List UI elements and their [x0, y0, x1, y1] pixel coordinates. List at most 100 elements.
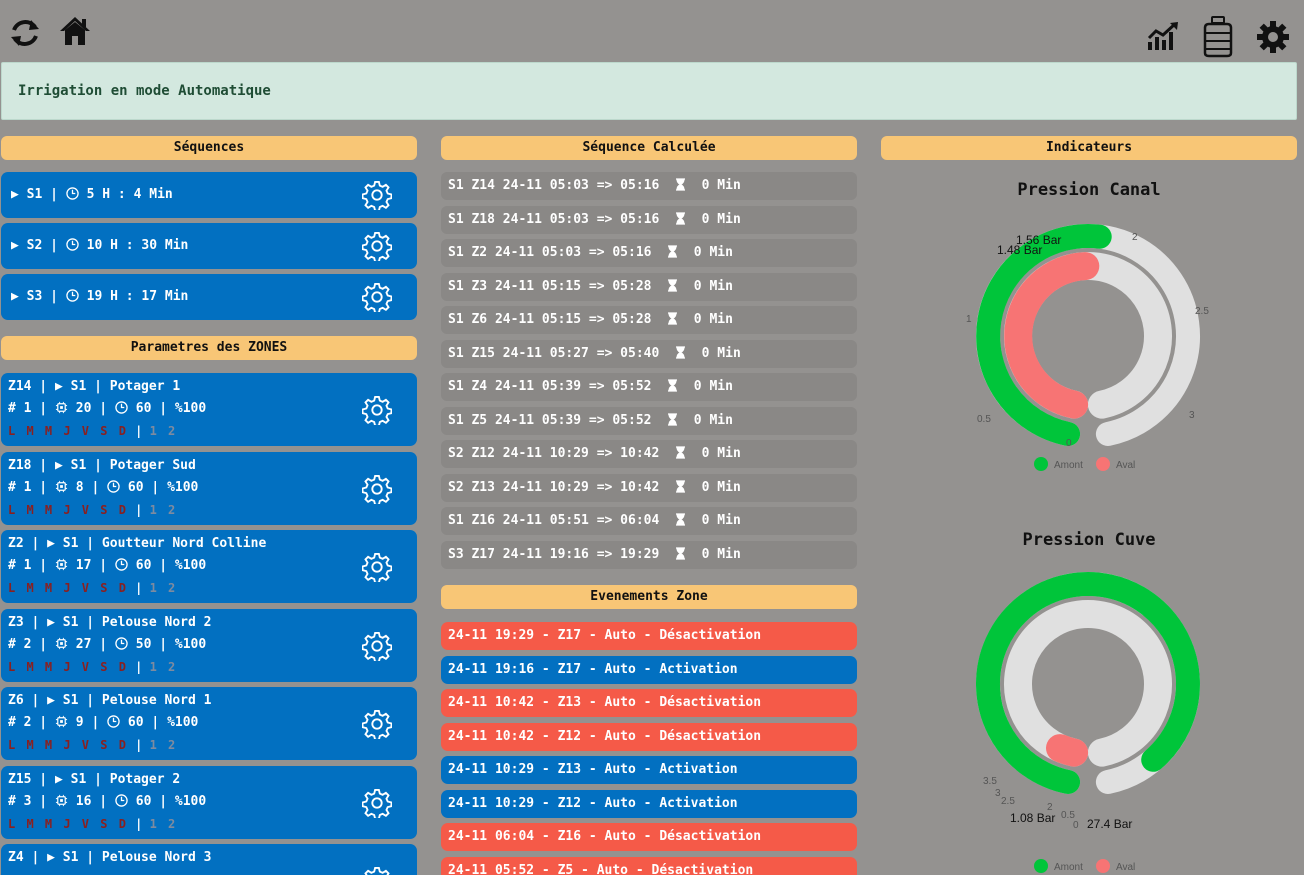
calc-item: S1 Z15 24-11 05:27 => 05:40 0 Min [441, 339, 857, 368]
gauge-tick-label: 2 [1047, 802, 1053, 813]
events-header: Evenements Zone [441, 585, 857, 609]
calc-header: Séquence Calculée [441, 136, 857, 160]
sequence-item[interactable]: ▶ S2 | 10 H : 30 Min [1, 223, 417, 269]
clock-icon [115, 558, 128, 571]
zone-params: # 2 | 27 | 50 | %100 [8, 636, 207, 652]
tank-icon[interactable] [1203, 16, 1233, 58]
chip-icon [55, 715, 68, 728]
legend-label: Aval [1116, 460, 1135, 471]
legend-label: Amont [1054, 862, 1083, 873]
legend-swatch [1034, 457, 1048, 471]
clock-icon [66, 238, 79, 251]
zone-schedule: L M M J V S D | 1 2 [8, 659, 178, 674]
zone-title: Z4 | ▶ S1 | Pelouse Nord 3 [8, 850, 212, 865]
gauge-tick-label: 0.5 [977, 414, 991, 425]
calc-item: S1 Z4 24-11 05:39 => 05:52 0 Min [441, 373, 857, 401]
gauge2-title: Pression Cuve [1022, 530, 1156, 550]
zone-settings-gear-icon[interactable] [362, 474, 392, 504]
calc-item: S1 Z6 24-11 05:15 => 05:28 0 Min [441, 306, 857, 334]
calc-item-text: S2 Z12 24-11 10:29 => 10:42 0 Min [448, 446, 741, 461]
hourglass-icon [668, 312, 678, 325]
hourglass-icon [668, 278, 678, 292]
gauge-aval-value: 1.08 Bar [1010, 811, 1055, 825]
zone-settings-gear-icon[interactable] [362, 552, 392, 582]
zone-settings-gear-icon[interactable] [362, 180, 392, 210]
zone-params: # 1 | 8 | 60 | %100 [8, 479, 199, 495]
legend-label: Aval [1116, 862, 1135, 873]
mode-banner-text: Irrigation en mode Automatique [18, 83, 271, 99]
clock-icon [115, 401, 128, 414]
indicators-header: Indicateurs [881, 136, 1297, 160]
calc-item: S1 Z2 24-11 05:03 => 05:16 0 Min [441, 239, 857, 267]
event-item-text: 24-11 10:29 - Z13 - Auto - Activation [448, 762, 738, 777]
sequence-label: ▶ S2 | 10 H : 30 Min [11, 238, 189, 253]
pression-canal-gauge: 1.56 Bar1.48 Bar00.5122.53Amont Aval [966, 224, 1209, 471]
left-column: Séquences ▶ S1 | 5 H : 4 Min ▶ S2 | 10 H … [1, 136, 417, 875]
sequence-label: ▶ S1 | 5 H : 4 Min [11, 187, 173, 202]
event-item: 24-11 10:42 - Z13 - Auto - Désactivation [441, 689, 857, 717]
zone-params: # 2 | 9 | 60 | %100 [8, 715, 199, 730]
zone-settings-gear-icon[interactable] [362, 231, 392, 261]
gauge1-title: Pression Canal [1017, 180, 1161, 200]
calc-item: S1 Z5 24-11 05:39 => 05:52 0 Min [441, 406, 857, 435]
zone-title: Z6 | ▶ S1 | Pelouse Nord 1 [8, 693, 212, 708]
zone-settings-gear-icon[interactable] [362, 866, 392, 875]
hourglass-icon [675, 211, 685, 225]
gauge-tick-label: 3 [995, 788, 1001, 799]
sequence-label: ▶ S3 | 19 H : 17 Min [11, 289, 189, 304]
gauge-tick-label: 0.5 [1061, 810, 1075, 821]
zone-settings-gear-icon[interactable] [362, 395, 392, 425]
chart-icon[interactable] [1146, 20, 1180, 52]
zone-card[interactable]: Z3 | ▶ S1 | Pelouse Nord 2 # 2 | 27 | 50 … [1, 608, 417, 682]
zone-card[interactable]: Z6 | ▶ S1 | Pelouse Nord 1 # 2 | 9 | 60 |… [1, 687, 417, 760]
hourglass-icon [675, 513, 685, 526]
calc-item: S1 Z18 24-11 05:03 => 05:16 0 Min [441, 205, 857, 234]
zone-card[interactable]: Z4 | ▶ S1 | Pelouse Nord 3 [1, 844, 417, 875]
gauge-tick-label: 1 [966, 314, 972, 325]
zone-settings-gear-icon[interactable] [362, 788, 392, 818]
chip-icon [55, 480, 68, 492]
gauge-tick-label: 2.5 [1195, 306, 1209, 317]
zone-title: Z18 | ▶ S1 | Potager Sud [8, 457, 196, 473]
event-item-text: 24-11 06:04 - Z16 - Auto - Désactivation [448, 829, 762, 844]
home-icon[interactable] [58, 14, 92, 48]
gauge-tick-label: 3.5 [983, 776, 997, 787]
calc-item-text: S1 Z15 24-11 05:27 => 05:40 0 Min [448, 345, 741, 361]
event-item-text: 24-11 05:52 - Z5 - Auto - Désactivation [448, 862, 754, 875]
sequence-item[interactable]: ▶ S3 | 19 H : 17 Min [1, 274, 417, 320]
zone-card[interactable]: Z15 | ▶ S1 | Potager 2 # 3 | 16 | 60 | %1… [1, 765, 417, 839]
chip-icon [55, 558, 68, 571]
gauge-tick-label: 2 [1132, 232, 1138, 243]
calc-item-text: S1 Z2 24-11 05:03 => 05:16 0 Min [448, 245, 733, 260]
event-item-text: 24-11 19:29 - Z17 - Auto - Désactivation [448, 628, 762, 643]
event-item-text: 24-11 10:42 - Z13 - Auto - Désactivation [448, 695, 762, 710]
sequence-item[interactable]: ▶ S1 | 5 H : 4 Min [1, 172, 417, 218]
event-item: 24-11 06:04 - Z16 - Auto - Désactivation [441, 823, 857, 851]
calc-item-text: S1 Z3 24-11 05:15 => 05:28 0 Min [448, 278, 733, 294]
gear-icon[interactable] [1257, 21, 1289, 53]
zone-schedule: L M M J V S D | 1 2 [8, 581, 178, 595]
zone-card[interactable]: Z14 | ▶ S1 | Potager 1 # 1 | 20 | 60 | %1… [1, 373, 417, 446]
zone-settings-gear-icon[interactable] [362, 709, 392, 739]
zone-title: Z3 | ▶ S1 | Pelouse Nord 2 [8, 614, 212, 630]
legend-swatch [1096, 457, 1110, 471]
middle-column: Séquence Calculée S1 Z14 24-11 05:03 => … [441, 136, 857, 875]
hourglass-icon [668, 379, 678, 392]
calc-item-text: S1 Z18 24-11 05:03 => 05:16 0 Min [448, 211, 741, 227]
chip-icon [55, 794, 68, 806]
refresh-icon[interactable] [8, 16, 42, 50]
pression-cuve-gauge: 27.4 Bar 1.08 Bar 00.5 2 2.533.5 Amont Aval [976, 572, 1200, 873]
zone-settings-gear-icon[interactable] [362, 631, 392, 661]
zone-card[interactable]: Z18 | ▶ S1 | Potager Sud # 1 | 8 | 60 | %… [1, 451, 417, 525]
hourglass-icon [675, 178, 685, 191]
hourglass-icon [675, 546, 685, 560]
gauge-tick-label: 2.5 [1001, 796, 1015, 807]
hourglass-icon [675, 479, 685, 493]
clock-icon [66, 187, 79, 200]
zone-card[interactable]: Z2 | ▶ S1 | Goutteur Nord Colline # 1 | 1… [1, 530, 417, 603]
gauge-aval-arc [1046, 734, 1089, 767]
calc-item-text: S1 Z6 24-11 05:15 => 05:28 0 Min [448, 312, 733, 327]
zone-settings-gear-icon[interactable] [362, 282, 392, 312]
zone-schedule: L M M J V S D | 1 2 [8, 424, 178, 438]
calc-item-text: S1 Z4 24-11 05:39 => 05:52 0 Min [448, 379, 733, 394]
